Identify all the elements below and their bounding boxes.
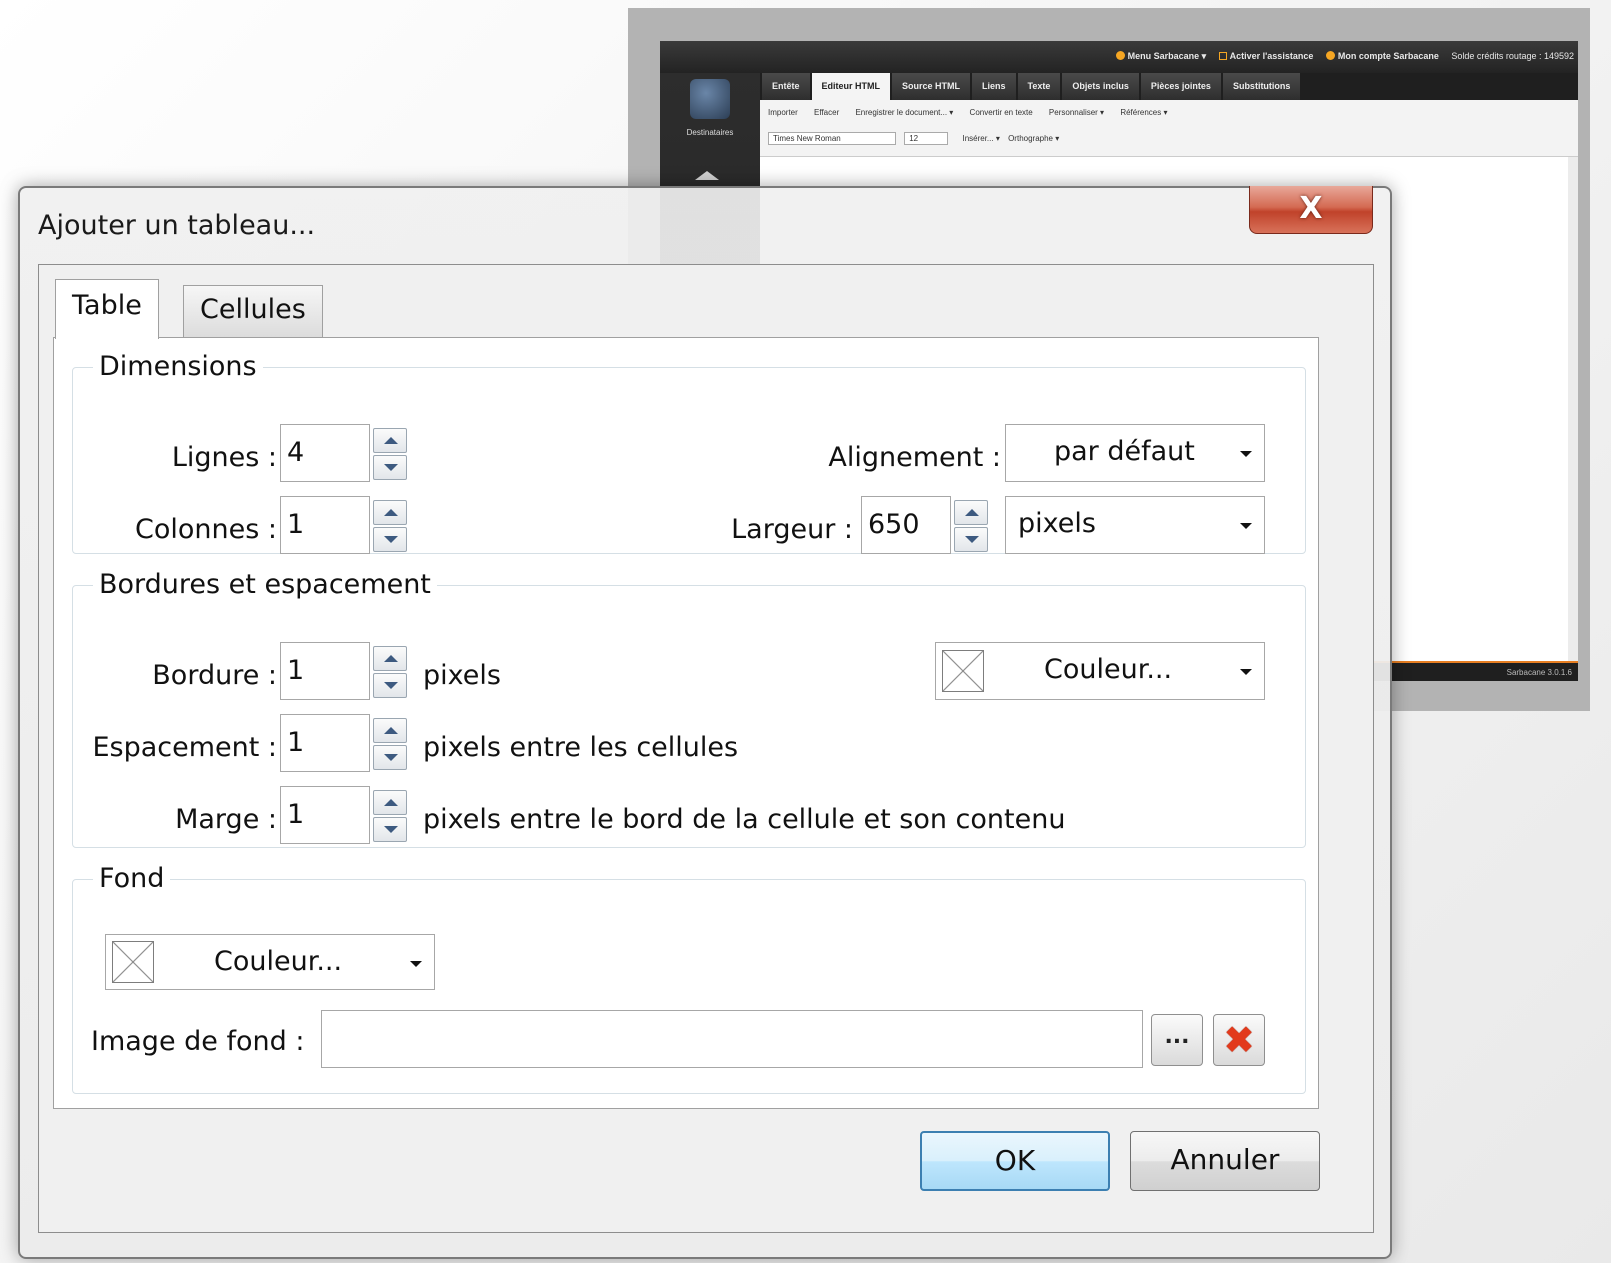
width-unit-value: pixels <box>1018 508 1096 539</box>
rows-input[interactable]: 4 <box>280 424 370 482</box>
spin-down-icon[interactable] <box>373 527 407 552</box>
borders-spacing-group: Bordures et espacement Bordure : 1 pixel… <box>72 568 1306 848</box>
spin-up-icon[interactable] <box>373 500 407 525</box>
alignment-value: par défaut <box>1054 436 1195 467</box>
background-color-label: Couleur... <box>214 946 343 977</box>
convert-text-button[interactable]: Convertir en texte <box>970 108 1033 117</box>
account-icon <box>1325 51 1335 60</box>
editor-topbar: Menu Sarbacane ▾ Activer l'assistance Mo… <box>660 41 1578 73</box>
padding-hint: pixels entre le bord de la cellule et so… <box>423 804 1066 835</box>
close-button[interactable]: X <box>1249 186 1373 234</box>
tab-cells[interactable]: Cellules <box>183 285 323 337</box>
editor-tab[interactable]: Liens <box>972 73 1016 100</box>
chevron-down-icon <box>1240 451 1252 457</box>
dimensions-group: Dimensions Lignes : 4 Colonnes : 1 Align… <box>72 350 1306 554</box>
spin-down-icon[interactable] <box>373 745 407 770</box>
editor-tab[interactable]: Substitutions <box>1222 73 1301 100</box>
clear-button[interactable]: Effacer <box>814 108 839 117</box>
spelling-menu[interactable]: Orthographe ▾ <box>1008 134 1059 143</box>
font-family-select[interactable]: Times New Roman <box>768 132 896 145</box>
collapse-arrow-icon[interactable] <box>695 171 719 180</box>
insert-menu[interactable]: Insérer... ▾ <box>962 134 999 143</box>
columns-spinner[interactable] <box>373 500 407 552</box>
alignment-label: Alignement : <box>828 442 1001 473</box>
font-size-select[interactable]: 12 <box>904 132 949 145</box>
spin-down-icon[interactable] <box>373 455 407 480</box>
assistance-toggle[interactable]: Activer l'assistance <box>1218 51 1313 61</box>
recipients-avatar-icon[interactable] <box>690 79 730 119</box>
spin-up-icon[interactable] <box>954 500 988 525</box>
spacing-label: Espacement : <box>92 732 277 763</box>
columns-label: Colonnes : <box>135 514 277 545</box>
credits-balance: Solde crédits routage : 149592 <box>1451 51 1574 61</box>
background-image-label: Image de fond : <box>91 1026 305 1057</box>
no-color-swatch-icon <box>112 941 154 983</box>
spin-up-icon[interactable] <box>373 646 407 671</box>
width-spinner[interactable] <box>954 500 988 552</box>
editor-toolbar: Importer Effacer Enregistrer le document… <box>760 100 1578 157</box>
background-legend: Fond <box>99 863 165 894</box>
dialog-client: Table Cellules Dimensions Lignes : 4 Col… <box>38 264 1374 1233</box>
columns-input[interactable]: 1 <box>280 496 370 554</box>
width-label: Largeur : <box>731 514 853 545</box>
clear-image-icon[interactable]: ✖ <box>1213 1014 1265 1066</box>
rows-label: Lignes : <box>171 442 277 473</box>
chevron-down-icon <box>1240 669 1252 675</box>
editor-tab[interactable]: Pièces jointes <box>1140 73 1221 100</box>
background-color-select[interactable]: Couleur... <box>105 934 435 990</box>
editor-tabs: Entête Editeur HTML Source HTML Liens Te… <box>760 73 1578 100</box>
borders-legend: Bordures et espacement <box>99 569 431 600</box>
rows-spinner[interactable] <box>373 428 407 480</box>
background-group: Fond Couleur... Image de fond : ... ✖ <box>72 862 1306 1094</box>
border-color-label: Couleur... <box>1044 654 1173 685</box>
import-button[interactable]: Importer <box>768 108 798 117</box>
checkbox-icon <box>1218 52 1227 60</box>
border-color-select[interactable]: Couleur... <box>935 642 1265 700</box>
cancel-button[interactable]: Annuler <box>1130 1131 1320 1191</box>
personalize-button[interactable]: Personnaliser ▾ <box>1049 108 1104 117</box>
background-image-input[interactable] <box>321 1010 1143 1068</box>
spacing-hint: pixels entre les cellules <box>423 732 739 763</box>
browse-button[interactable]: ... <box>1151 1014 1203 1066</box>
editor-tab-active[interactable]: Editeur HTML <box>811 73 891 100</box>
spacing-spinner[interactable] <box>373 718 407 770</box>
alignment-select[interactable]: par défaut <box>1005 424 1265 482</box>
menu-sarbacane[interactable]: Menu Sarbacane ▾ <box>1115 51 1206 61</box>
spacing-input[interactable]: 1 <box>280 714 370 772</box>
account-link[interactable]: Mon compte Sarbacane <box>1325 51 1439 61</box>
dialog-title: Ajouter un tableau... <box>38 210 316 241</box>
chevron-down-icon <box>410 961 422 967</box>
border-spinner[interactable] <box>373 646 407 698</box>
width-unit-select[interactable]: pixels <box>1005 496 1265 554</box>
border-input[interactable]: 1 <box>280 642 370 700</box>
add-table-dialog: Ajouter un tableau... X Table Cellules D… <box>18 186 1392 1259</box>
spin-up-icon[interactable] <box>373 428 407 453</box>
editor-tab[interactable]: Texte <box>1017 73 1061 100</box>
chevron-down-icon <box>1240 523 1252 529</box>
padding-input[interactable]: 1 <box>280 786 370 844</box>
spin-up-icon[interactable] <box>373 718 407 743</box>
border-label: Bordure : <box>152 660 277 691</box>
save-document-button[interactable]: Enregistrer le document... ▾ <box>855 108 953 117</box>
border-unit-label: pixels <box>423 660 501 691</box>
no-color-swatch-icon <box>942 650 984 692</box>
ok-button[interactable]: OK <box>920 1131 1110 1191</box>
padding-label: Marge : <box>175 804 277 835</box>
spin-down-icon[interactable] <box>373 673 407 698</box>
tab-table[interactable]: Table <box>55 279 159 339</box>
spin-down-icon[interactable] <box>954 527 988 552</box>
spin-down-icon[interactable] <box>373 817 407 842</box>
dimensions-legend: Dimensions <box>99 351 257 382</box>
editor-tab[interactable]: Entête <box>762 73 810 100</box>
padding-spinner[interactable] <box>373 790 407 842</box>
editor-tab[interactable]: Source HTML <box>892 73 971 100</box>
width-input[interactable]: 650 <box>861 496 951 554</box>
references-button[interactable]: Références ▾ <box>1120 108 1167 117</box>
spin-up-icon[interactable] <box>373 790 407 815</box>
editor-tab[interactable]: Objets inclus <box>1062 73 1139 100</box>
menu-icon <box>1115 51 1125 60</box>
tab-panel-table: Dimensions Lignes : 4 Colonnes : 1 Align… <box>53 337 1319 1109</box>
recipients-label: Destinataires <box>686 128 734 137</box>
